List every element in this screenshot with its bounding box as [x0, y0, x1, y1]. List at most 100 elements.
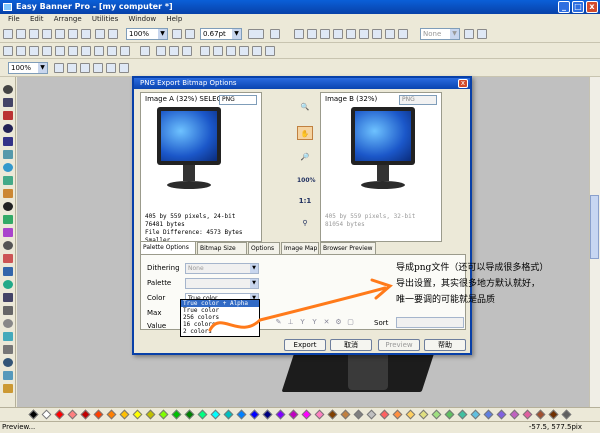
align-bottom-icon[interactable] — [107, 46, 117, 56]
skew-icon[interactable] — [226, 46, 236, 56]
shadow-icon[interactable] — [464, 29, 474, 39]
zoom-100-button[interactable]: 100% — [297, 174, 316, 188]
forward-icon[interactable] — [359, 29, 369, 39]
color-swatch[interactable] — [366, 409, 377, 420]
back-icon[interactable] — [346, 29, 356, 39]
hand-icon[interactable]: ✋ — [297, 126, 313, 140]
export-icon[interactable] — [42, 29, 52, 39]
eyedropper-icon[interactable]: ⚲ — [297, 216, 313, 230]
color-swatch[interactable] — [132, 409, 143, 420]
scale-icon[interactable] — [239, 46, 249, 56]
color-swatch[interactable] — [288, 409, 299, 420]
zoom-fit-icon[interactable]: 🔎 — [297, 150, 313, 164]
fill-tool-icon[interactable] — [3, 215, 13, 224]
color-swatch[interactable] — [210, 409, 221, 420]
align-middle-icon[interactable] — [94, 46, 104, 56]
polygon-tool-icon[interactable] — [3, 176, 13, 185]
star-tool-icon[interactable] — [3, 189, 13, 198]
shape-tool-icon[interactable] — [3, 267, 13, 276]
zoom-in-icon[interactable] — [80, 63, 90, 73]
minimize-button[interactable]: _ — [558, 1, 570, 13]
color-swatch[interactable] — [483, 409, 494, 420]
color-swatch[interactable] — [548, 409, 559, 420]
redo-icon[interactable] — [185, 29, 195, 39]
color-swatch[interactable] — [470, 409, 481, 420]
zoom-tool-icon[interactable] — [3, 293, 13, 302]
redo-icon[interactable] — [67, 63, 77, 73]
color-swatch[interactable] — [145, 409, 156, 420]
eyedropper-tool-icon[interactable] — [3, 241, 13, 250]
color-swatch[interactable] — [184, 409, 195, 420]
color-swatch[interactable] — [80, 409, 91, 420]
color-swatch[interactable] — [67, 409, 78, 420]
layers-tool-icon[interactable] — [3, 371, 13, 380]
refresh-icon[interactable] — [119, 63, 129, 73]
color-swatch[interactable] — [340, 409, 351, 420]
color-swatch[interactable] — [522, 409, 533, 420]
color-swatch[interactable] — [353, 409, 364, 420]
align-center-icon[interactable] — [55, 46, 65, 56]
rect-tool-icon[interactable] — [3, 150, 13, 159]
stroke-width-select[interactable]: 0.67pt ▼ — [200, 28, 242, 40]
color-swatch[interactable] — [119, 409, 130, 420]
color-swatch[interactable] — [561, 409, 572, 420]
magnet-icon[interactable] — [270, 29, 280, 39]
color-swatch[interactable] — [509, 409, 520, 420]
mirror-icon[interactable] — [252, 46, 262, 56]
gradient-tool-icon[interactable] — [3, 228, 13, 237]
actual-size-button[interactable]: 1:1 — [297, 194, 313, 208]
color-swatch[interactable] — [327, 409, 338, 420]
text-icon[interactable] — [398, 29, 408, 39]
diamond-icon[interactable] — [140, 46, 150, 56]
eraser-tool-icon[interactable] — [3, 254, 13, 263]
image-a-pane[interactable]: Image A (32%) SELECTED PNG 405 by 559 pi… — [140, 92, 262, 244]
color-swatch[interactable] — [171, 409, 182, 420]
pan-tool-icon[interactable] — [3, 306, 13, 315]
color-swatch[interactable] — [418, 409, 429, 420]
cut-icon[interactable] — [95, 29, 105, 39]
align-left-icon[interactable] — [42, 46, 52, 56]
tab-palette-options[interactable]: Palette Options — [140, 241, 196, 254]
color-swatch[interactable] — [249, 409, 260, 420]
color-swatch[interactable] — [106, 409, 117, 420]
color-swatch[interactable] — [28, 409, 39, 420]
color-swatch[interactable] — [405, 409, 416, 420]
menu-help[interactable]: Help — [166, 15, 182, 23]
open-icon[interactable] — [16, 29, 26, 39]
lock-tool-icon[interactable] — [3, 319, 13, 328]
lock-icon[interactable] — [385, 29, 395, 39]
distribute-icon[interactable] — [120, 46, 130, 56]
text-tool-icon[interactable] — [3, 202, 13, 211]
tab-bitmap-size[interactable]: Bitmap Size — [197, 242, 247, 254]
menu-file[interactable]: File — [8, 15, 20, 23]
guides-icon[interactable] — [29, 46, 39, 56]
align-icon[interactable] — [294, 29, 304, 39]
color-swatch[interactable] — [93, 409, 104, 420]
maximize-button[interactable]: □ — [572, 1, 584, 13]
menu-edit[interactable]: Edit — [30, 15, 44, 23]
delete-icon[interactable] — [81, 29, 91, 39]
undo-icon[interactable] — [172, 29, 182, 39]
frame-tool-icon[interactable] — [3, 384, 13, 393]
pan-icon[interactable] — [106, 63, 116, 73]
color-swatch[interactable] — [457, 409, 468, 420]
weld-icon[interactable] — [169, 46, 179, 56]
color-swatch[interactable] — [197, 409, 208, 420]
trim-icon[interactable] — [182, 46, 192, 56]
image-a-format-select[interactable]: PNG — [219, 95, 257, 105]
color-swatch[interactable] — [262, 409, 273, 420]
menu-arrange[interactable]: Arrange — [54, 15, 82, 23]
help-button[interactable]: 帮助 — [424, 339, 466, 351]
brush-tool-icon[interactable] — [3, 137, 13, 146]
view-zoom-select[interactable]: 100% ▼ — [8, 62, 48, 74]
color-swatch[interactable] — [379, 409, 390, 420]
ungroup-icon[interactable] — [320, 29, 330, 39]
color-swatch[interactable] — [158, 409, 169, 420]
paste-icon[interactable] — [108, 29, 118, 39]
line-style-icon[interactable] — [248, 29, 264, 39]
ellipse-tool-icon[interactable] — [3, 163, 13, 172]
menu-utilities[interactable]: Utilities — [92, 15, 118, 23]
tab-browser-preview[interactable]: Browser Preview — [320, 242, 376, 254]
flip-icon[interactable] — [213, 46, 223, 56]
group-icon[interactable] — [307, 29, 317, 39]
